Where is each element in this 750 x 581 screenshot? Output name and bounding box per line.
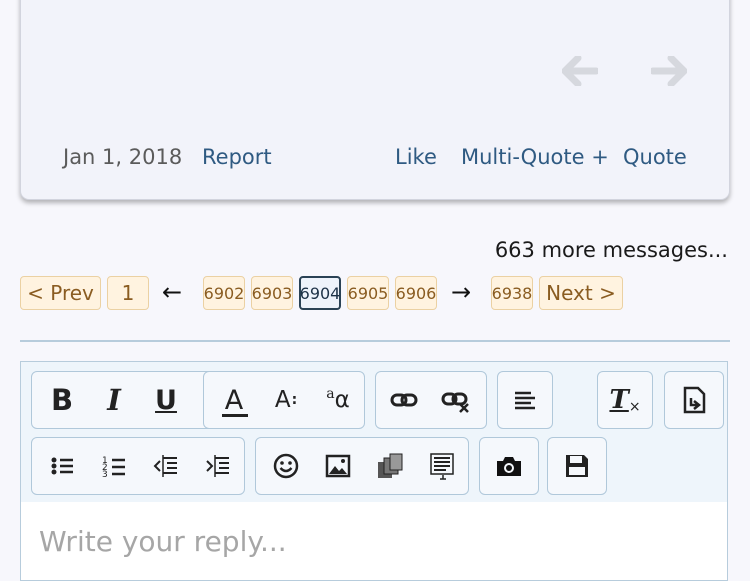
font-family-small-icon: a [326, 386, 335, 402]
outdent-button[interactable] [140, 438, 192, 494]
camera-icon [497, 457, 521, 476]
remove-formatting-button[interactable]: T × [599, 372, 651, 428]
page-6906-button[interactable]: 6906 [395, 276, 437, 310]
font-family-alpha-icon: α [334, 387, 350, 413]
more-messages-text: 663 more messages... [494, 238, 728, 262]
font-size-dots-icon: : [291, 392, 298, 408]
outdent-icon [153, 455, 177, 477]
align-left-button[interactable] [499, 372, 551, 428]
media-icon [378, 453, 403, 478]
page-1-button[interactable]: 1 [107, 276, 149, 310]
remove-format-group: T × [597, 371, 653, 429]
camera-group [479, 437, 539, 495]
unlink-button[interactable] [430, 372, 482, 428]
smiley-icon [273, 453, 299, 479]
font-size-icon: A [274, 387, 291, 413]
multi-quote-link[interactable]: Multi-Quote + [461, 145, 609, 169]
insert-group [255, 437, 469, 495]
svg-text:3: 3 [102, 470, 108, 480]
quote-box-button[interactable] [416, 438, 468, 494]
next-post-arrow-icon[interactable] [649, 54, 688, 88]
font-color-bar [222, 414, 248, 417]
insert-media-button[interactable] [364, 438, 416, 494]
unlink-icon [441, 392, 469, 413]
save-draft-button[interactable] [551, 438, 603, 494]
align-left-icon [515, 391, 535, 410]
prev-page-button[interactable]: < Prev [20, 276, 101, 310]
previous-post-arrow-icon[interactable] [561, 54, 600, 88]
quote-box-icon [430, 453, 454, 480]
underline-button[interactable]: U [140, 372, 192, 428]
insert-image-button[interactable] [312, 438, 364, 494]
bullet-list-icon [51, 457, 73, 475]
camera-button[interactable] [483, 438, 535, 494]
numbered-list-icon: 123 [102, 456, 125, 480]
quote-link[interactable]: Quote [623, 145, 687, 169]
font-family-button[interactable]: aα [312, 372, 364, 428]
page-6905-button[interactable]: 6905 [347, 276, 389, 310]
list-group: 123 [31, 437, 245, 495]
like-link[interactable]: Like [395, 145, 437, 169]
save-group [547, 437, 607, 495]
drafts-group [664, 371, 724, 429]
left-arrow-icon: ← [162, 278, 183, 306]
insert-link-button[interactable] [378, 372, 430, 428]
pagination: < Prev 1 ← 6902 6903 6904 6905 6906 → 69… [0, 276, 750, 312]
bullet-list-button[interactable] [36, 438, 88, 494]
page-6902-button[interactable]: 6902 [203, 276, 245, 310]
drafts-button[interactable] [668, 372, 720, 428]
page-6903-button[interactable]: 6903 [251, 276, 293, 310]
align-group [497, 371, 553, 429]
font-group: A A: aα [203, 371, 365, 429]
font-color-icon: A [224, 384, 244, 416]
link-icon [390, 393, 418, 407]
numbered-list-button[interactable]: 123 [88, 438, 140, 494]
divider [20, 340, 730, 342]
report-link[interactable]: Report [202, 145, 272, 169]
post-card: Jan 1, 2018 Report Like Multi-Quote + Qu… [20, 0, 730, 200]
font-size-button[interactable]: A: [260, 372, 312, 428]
font-color-button[interactable]: A [208, 372, 260, 428]
page-6938-button[interactable]: 6938 [491, 276, 533, 310]
indent-button[interactable] [192, 438, 244, 494]
reply-input[interactable] [21, 502, 727, 580]
smilies-button[interactable] [260, 438, 312, 494]
editor-toolbar: B I U A A: aα T × 1 2 3 [21, 362, 727, 502]
right-arrow-icon: → [451, 278, 472, 306]
remove-format-x-icon: × [628, 399, 641, 415]
floppy-disk-icon [566, 455, 588, 477]
next-page-button[interactable]: Next > [539, 276, 623, 310]
image-icon [325, 454, 351, 478]
text-style-group: B I U [31, 371, 215, 429]
drafts-icon [683, 386, 706, 414]
link-group [375, 371, 487, 429]
indent-icon [206, 455, 229, 477]
reply-editor: B I U A A: aα T × 1 2 3 Write your reply… [20, 361, 728, 581]
italic-button[interactable]: I [88, 372, 140, 428]
bold-button[interactable]: B [36, 372, 88, 428]
page-6904-current[interactable]: 6904 [299, 276, 341, 310]
post-date: Jan 1, 2018 [63, 145, 183, 169]
remove-format-icon: T [609, 385, 629, 415]
